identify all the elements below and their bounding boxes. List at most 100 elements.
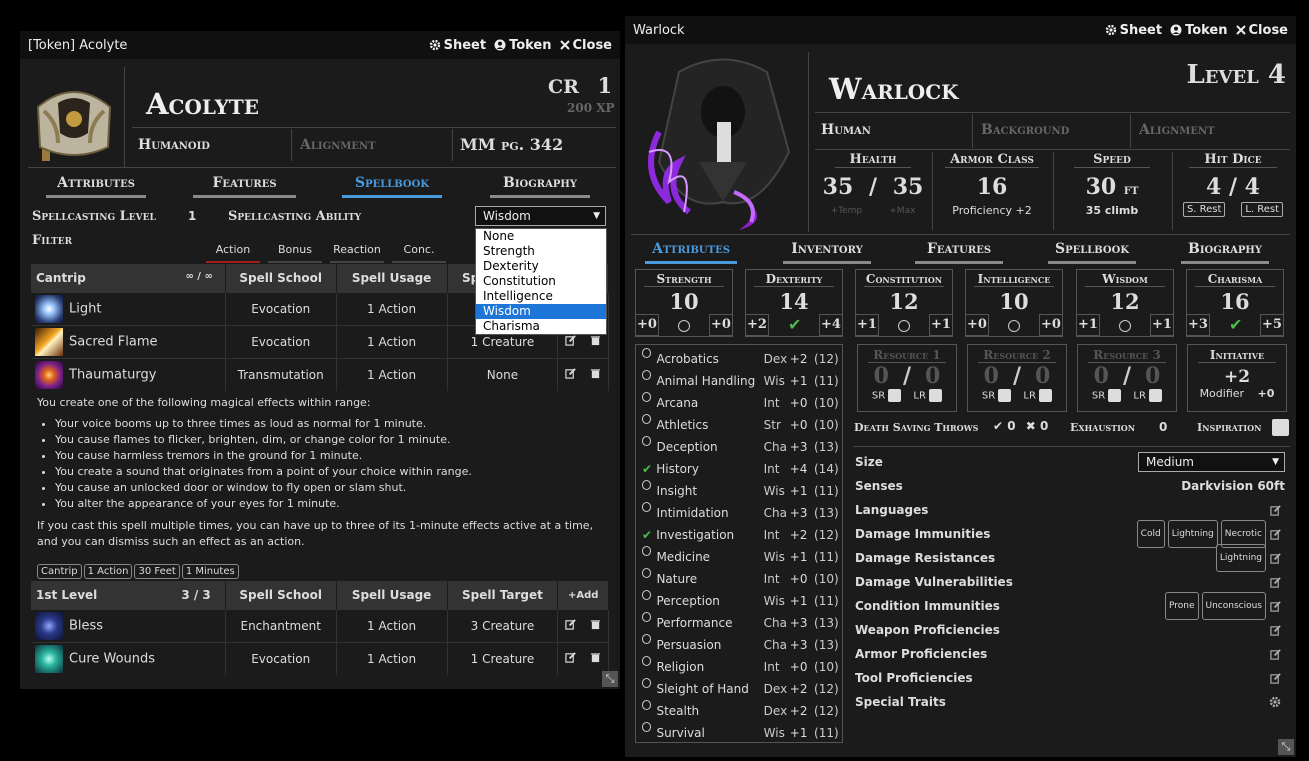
ability-score[interactable]: 10 [966,289,1062,314]
proficiency-toggle[interactable] [642,436,652,446]
proficiency-toggle[interactable] [642,700,652,710]
tab-attributes[interactable]: Attributes [645,241,737,264]
temp-hp-field[interactable]: +Temp [831,206,863,216]
check-icon[interactable]: ✔ [788,315,801,334]
ability-mod[interactable]: +4 [819,314,843,336]
tab-features[interactable]: Features [193,175,296,198]
filter-reaction[interactable]: Reaction [330,243,384,263]
death-fail[interactable]: 0 [1040,419,1048,433]
tab-spellbook[interactable]: Spellbook [1048,241,1136,264]
resource-values[interactable]: 0 / 0 [858,363,956,389]
spell-row-thaumaturgy[interactable]: Thaumaturgy Transmutation 1 Action None [31,358,609,391]
alignment-field[interactable]: Alignment [300,137,376,153]
proficiency-toggle[interactable] [642,546,652,556]
check-icon[interactable]: ✔ [1229,315,1242,334]
tab-features[interactable]: Features [915,241,1003,264]
spellcasting-ability-select[interactable]: Wisdom ▼ [475,206,606,226]
skill-sleight-of-hand[interactable]: Sleight of Hand Dex +2 (12) [642,678,842,700]
edit-icon[interactable] [1270,600,1281,612]
proficiency-toggle[interactable] [642,590,652,600]
skill-acrobatics[interactable]: Acrobatics Dex +2 (12) [642,348,842,370]
source-field[interactable]: MM pg. 342 [460,135,563,154]
tab-attributes[interactable]: Attributes [46,175,146,198]
trash-icon[interactable] [590,335,601,346]
resource-max[interactable]: 0 [1145,363,1160,389]
ability-score[interactable]: 16 [1187,289,1283,314]
ability-mod[interactable]: +0 [709,314,733,336]
proficiency-toggle[interactable] [642,392,652,402]
proficiency-toggle[interactable] [642,414,652,424]
resource-values[interactable]: 0 / 0 [1078,363,1176,389]
option-charisma[interactable]: Charisma [476,319,606,334]
short-rest-button[interactable]: S. Rest [1182,202,1226,217]
exhaustion-value[interactable]: 0 [1159,420,1167,434]
initiative-mod[interactable]: +0 [1258,387,1275,400]
close-button[interactable]: Close [1235,23,1288,38]
spell-row-bless[interactable]: Bless Enchantment 1 Action 3 Creature [31,609,609,643]
edit-icon[interactable] [1270,576,1281,588]
proficiency-toggle[interactable] [642,480,652,490]
filter-concentration[interactable]: Conc. [392,243,446,263]
edit-icon[interactable] [1270,552,1281,564]
ability-save[interactable]: +0 [635,314,659,336]
spell-row-cure-wounds[interactable]: Cure Wounds Evocation 1 Action 1 Creatur… [31,642,609,675]
ability-save[interactable]: +3 [1186,314,1210,336]
hp-current[interactable]: 35 [823,174,854,200]
resource-values[interactable]: 0 / 0 [968,363,1066,389]
warlock-portrait[interactable] [639,52,807,232]
option-wisdom[interactable]: Wisdom [476,304,606,319]
option-none[interactable]: None [476,229,606,244]
ability-dexterity[interactable]: Dexterity 14 +2 ✔ +4 [745,269,843,337]
check-icon[interactable]: ✔ [642,458,652,480]
sr-checkbox[interactable] [998,389,1012,402]
skill-perception[interactable]: Perception Wis +1 (11) [642,590,842,612]
token-button[interactable]: Token [494,38,552,53]
ability-score[interactable]: 12 [856,289,952,314]
hp-display[interactable]: 35 / 35 [817,174,929,200]
window-header[interactable]: [Token] Acolyte Sheet Token Close [20,31,620,59]
sr-checkbox[interactable] [1108,389,1122,402]
ability-charisma[interactable]: Charisma 16 +3 ✔ +5 [1186,269,1284,337]
skill-intimidation[interactable]: Intimidation Cha +3 (13) [642,502,842,524]
senses-value[interactable]: Darkvision 60ft [1181,474,1285,498]
option-dexterity[interactable]: Dexterity [476,259,606,274]
resource-value[interactable]: 0 [984,363,999,389]
edit-icon[interactable] [1270,504,1281,516]
tab-biography[interactable]: Biography [490,175,590,198]
resource-name[interactable]: Resource 1 [868,348,946,363]
background-field[interactable]: Background [981,122,1069,138]
sr-checkbox[interactable] [888,389,902,402]
option-intelligence[interactable]: Intelligence [476,289,606,304]
edit-icon[interactable] [565,368,576,379]
acolyte-portrait[interactable] [28,73,120,163]
skill-religion[interactable]: Religion Int +0 (10) [642,656,842,678]
ability-save[interactable]: +0 [965,314,989,336]
check-icon[interactable]: ✔ [642,524,652,546]
lr-checkbox[interactable] [929,389,943,402]
ability-save[interactable]: +1 [1076,314,1100,336]
proficiency-toggle[interactable] [642,348,652,358]
skill-nature[interactable]: Nature Int +0 (10) [642,568,842,590]
close-button[interactable]: Close [559,38,612,53]
spellcasting-level-value[interactable]: 1 [188,209,196,223]
trash-icon[interactable] [590,652,601,663]
option-constitution[interactable]: Constitution [476,274,606,289]
tab-spellbook[interactable]: Spellbook [342,175,442,198]
close-icon[interactable]: ✖ [1026,419,1036,433]
check-icon[interactable]: ✔ [993,419,1003,433]
inspiration-checkbox[interactable] [1272,419,1289,436]
race-field[interactable]: Human [821,122,871,138]
skill-persuasion[interactable]: Persuasion Cha +3 (13) [642,634,842,656]
ability-mod[interactable]: +5 [1260,314,1284,336]
ability-constitution[interactable]: Constitution 12 +1 +1 [855,269,953,337]
max-hp-mod-field[interactable]: +Max [889,206,915,216]
save-proficiency-toggle[interactable] [678,320,690,332]
skill-insight[interactable]: Insight Wis +1 (11) [642,480,842,502]
filter-action[interactable]: Action [206,243,260,263]
edit-icon[interactable] [1270,528,1281,540]
ability-save[interactable]: +1 [855,314,879,336]
proficiency-toggle[interactable] [642,612,652,622]
sheet-button[interactable]: Sheet [429,38,486,53]
skill-stealth[interactable]: Stealth Dex +2 (12) [642,700,842,722]
size-select[interactable]: Medium ▼ [1138,452,1285,472]
